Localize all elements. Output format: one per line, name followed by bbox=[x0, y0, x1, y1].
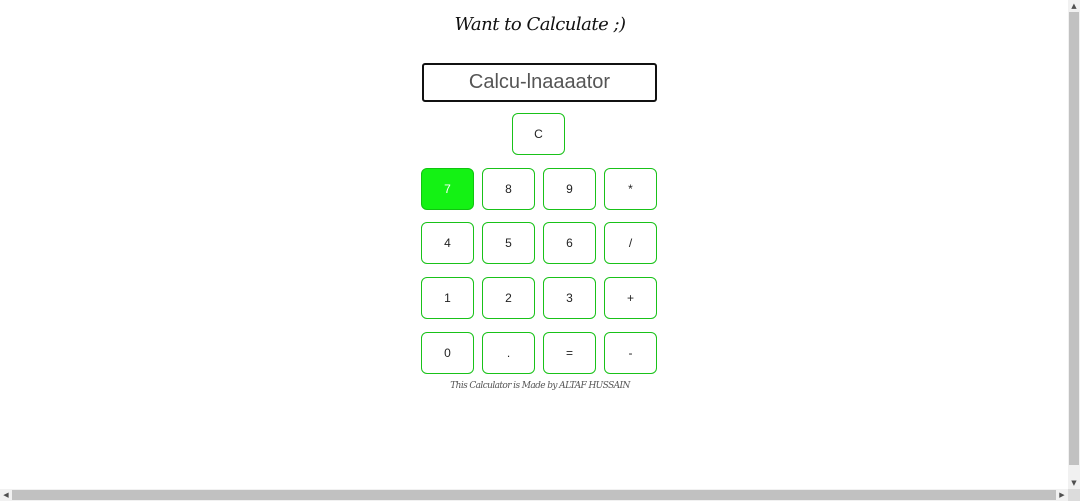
page-viewport: Want to Calculate ;) C 7 8 9 * 4 5 6 / 1… bbox=[0, 0, 1068, 489]
subtract-button[interactable]: - bbox=[604, 332, 657, 374]
horizontal-scrollbar[interactable]: ◀ ▶ bbox=[0, 489, 1068, 501]
key-2-button[interactable]: 2 bbox=[482, 277, 535, 319]
decimal-button[interactable]: . bbox=[482, 332, 535, 374]
clear-button[interactable]: C bbox=[512, 113, 565, 155]
calculator-display-input[interactable] bbox=[422, 63, 657, 102]
horizontal-scrollbar-thumb[interactable] bbox=[12, 490, 1056, 500]
triangle-down-icon[interactable]: ▼ bbox=[1068, 477, 1080, 489]
key-5-button[interactable]: 5 bbox=[482, 222, 535, 264]
add-button[interactable]: + bbox=[604, 277, 657, 319]
triangle-left-icon[interactable]: ◀ bbox=[0, 489, 12, 501]
scrollbar-corner bbox=[1068, 489, 1080, 501]
triangle-up-icon[interactable]: ▲ bbox=[1068, 0, 1080, 12]
triangle-right-icon[interactable]: ▶ bbox=[1056, 489, 1068, 501]
key-1-button[interactable]: 1 bbox=[421, 277, 474, 319]
key-9-button[interactable]: 9 bbox=[543, 168, 596, 210]
key-6-button[interactable]: 6 bbox=[543, 222, 596, 264]
equals-button[interactable]: = bbox=[543, 332, 596, 374]
key-4-button[interactable]: 4 bbox=[421, 222, 474, 264]
vertical-scrollbar[interactable]: ▲ ▼ bbox=[1068, 0, 1080, 489]
credit-text: This Calculator is Made by ALTAF HUSSAIN bbox=[450, 381, 630, 391]
vertical-scrollbar-thumb[interactable] bbox=[1069, 12, 1079, 465]
key-3-button[interactable]: 3 bbox=[543, 277, 596, 319]
page-title: Want to Calculate ;) bbox=[454, 14, 626, 35]
key-0-button[interactable]: 0 bbox=[421, 332, 474, 374]
key-8-button[interactable]: 8 bbox=[482, 168, 535, 210]
key-7-button[interactable]: 7 bbox=[421, 168, 474, 210]
divide-button[interactable]: / bbox=[604, 222, 657, 264]
multiply-button[interactable]: * bbox=[604, 168, 657, 210]
